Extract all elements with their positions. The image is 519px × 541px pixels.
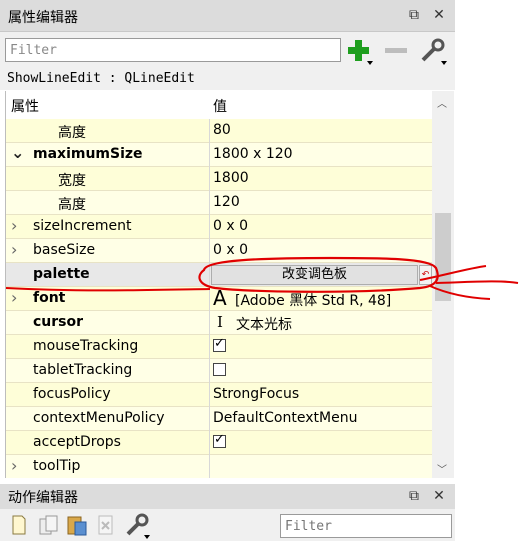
configure-icon[interactable] xyxy=(418,38,448,66)
property-name: contextMenuPolicy xyxy=(33,410,165,426)
column-divider xyxy=(209,359,210,383)
header-property: 属性 xyxy=(11,99,39,115)
column-divider xyxy=(209,167,210,191)
property-value[interactable]: 文本光标 xyxy=(236,314,292,334)
property-row[interactable]: tabletTracking xyxy=(6,359,433,383)
property-name: maximumSize xyxy=(33,146,143,162)
table-header: 属性 值 xyxy=(6,91,433,120)
column-divider xyxy=(209,407,210,431)
property-name: sizeIncrement xyxy=(33,218,132,234)
property-value[interactable]: 80 xyxy=(213,122,231,138)
column-divider xyxy=(209,287,210,311)
action-filter-input[interactable] xyxy=(280,514,452,538)
checkbox[interactable]: ✓ xyxy=(213,432,226,448)
chevron-right-icon[interactable]: › xyxy=(11,288,17,307)
property-row[interactable]: 高度 80 xyxy=(6,119,433,143)
property-value[interactable]: 1800 xyxy=(213,170,249,186)
column-divider xyxy=(209,239,210,263)
copy-action-icon[interactable] xyxy=(38,515,60,535)
property-row[interactable]: 宽度 1800 xyxy=(6,167,433,191)
column-divider xyxy=(209,431,210,455)
property-row[interactable]: › sizeIncrement 0 x 0 xyxy=(6,215,433,239)
property-value[interactable]: 0 x 0 xyxy=(213,242,248,258)
property-row[interactable]: acceptDrops ✓ xyxy=(6,431,433,455)
close-icon[interactable]: ✕ xyxy=(430,487,448,505)
property-name: 宽度 xyxy=(58,173,86,189)
check-icon: ✓ xyxy=(214,336,225,351)
filter-input[interactable] xyxy=(5,38,341,62)
chevron-right-icon[interactable]: › xyxy=(11,240,17,259)
close-icon[interactable]: ✕ xyxy=(430,6,448,24)
property-name: focusPolicy xyxy=(33,386,111,402)
paste-action-icon[interactable] xyxy=(66,514,88,536)
property-row[interactable]: ⌄ maximumSize 1800 x 120 xyxy=(6,143,433,167)
configure-icon[interactable] xyxy=(124,513,152,539)
property-row[interactable]: › baseSize 0 x 0 xyxy=(6,239,433,263)
column-divider xyxy=(209,335,210,359)
property-value[interactable]: StrongFocus xyxy=(213,386,299,402)
remove-property-icon[interactable] xyxy=(384,46,408,56)
property-value[interactable]: 120 xyxy=(213,194,240,210)
property-name: 高度 xyxy=(58,197,86,213)
property-row[interactable]: › font A [Adobe 黑体 Std R, 48] xyxy=(6,286,433,311)
property-value[interactable]: [Adobe 黑体 Std R, 48] xyxy=(235,290,391,310)
property-row[interactable]: mouseTracking ✓ xyxy=(6,335,433,359)
property-value[interactable]: DefaultContextMenu xyxy=(213,410,357,426)
checkbox[interactable] xyxy=(213,363,226,376)
property-name: acceptDrops xyxy=(33,434,121,450)
column-divider xyxy=(209,215,210,239)
scroll-down-icon[interactable]: ﹀ xyxy=(437,461,447,476)
float-icon[interactable]: ⧉ xyxy=(405,487,423,505)
property-row[interactable]: › toolTip xyxy=(6,455,433,478)
chevron-down-icon[interactable]: ⌄ xyxy=(11,143,24,162)
column-divider xyxy=(209,119,210,143)
property-name: cursor xyxy=(33,314,84,330)
font-icon: A xyxy=(213,286,227,310)
chevron-right-icon[interactable]: › xyxy=(11,216,17,235)
column-divider xyxy=(209,143,210,167)
property-row[interactable]: focusPolicy StrongFocus xyxy=(6,383,433,407)
property-name: palette xyxy=(33,266,90,282)
property-name: font xyxy=(33,290,66,306)
column-divider xyxy=(209,263,210,287)
action-editor-title: 动作编辑器 xyxy=(8,490,78,506)
property-value[interactable]: 1800 x 120 xyxy=(213,146,293,162)
new-action-icon[interactable] xyxy=(11,515,27,535)
add-property-icon[interactable] xyxy=(346,39,374,67)
property-name: mouseTracking xyxy=(33,338,139,354)
property-row[interactable]: contextMenuPolicy DefaultContextMenu xyxy=(6,407,433,431)
check-icon: ✓ xyxy=(214,432,225,447)
property-row[interactable]: 高度 120 xyxy=(6,191,433,215)
action-editor-titlebar: 动作编辑器 ⧉ ✕ xyxy=(0,484,455,509)
header-value: 值 xyxy=(213,99,227,115)
checkbox[interactable]: ✓ xyxy=(213,336,226,352)
column-divider xyxy=(209,455,210,478)
change-palette-button[interactable]: 改变调色板 xyxy=(211,265,418,285)
property-name: toolTip xyxy=(33,458,81,474)
chevron-right-icon[interactable]: › xyxy=(11,456,17,475)
table-scrollbar[interactable]: ︿ ﹀ xyxy=(432,91,454,478)
object-info: ShowLineEdit : QLineEdit xyxy=(0,70,455,90)
property-table: 属性 值 高度 80 ⌄ maximumSize 1800 x 120 宽度 1800 高度 1… xyxy=(5,91,433,478)
property-row[interactable]: cursor I 文本光标 xyxy=(6,311,433,335)
property-row[interactable]: palette 改变调色板 ↶ xyxy=(6,263,433,287)
column-divider xyxy=(209,191,210,215)
reset-icon[interactable]: ↶ xyxy=(419,265,432,285)
property-editor-titlebar: 属性编辑器 ⧉ ✕ xyxy=(0,0,455,32)
scrollbar-thumb[interactable] xyxy=(435,213,451,301)
scroll-up-icon[interactable]: ︿ xyxy=(437,95,447,110)
property-name: baseSize xyxy=(33,242,96,258)
column-divider xyxy=(209,311,210,335)
property-editor-title: 属性编辑器 xyxy=(8,10,78,26)
property-name: 高度 xyxy=(58,125,86,141)
delete-action-icon[interactable] xyxy=(97,515,115,535)
text-cursor-icon: I xyxy=(217,313,223,331)
property-value[interactable]: 0 x 0 xyxy=(213,218,248,234)
property-name: tabletTracking xyxy=(33,362,133,378)
float-icon[interactable]: ⧉ xyxy=(405,6,423,24)
column-divider xyxy=(209,383,210,407)
